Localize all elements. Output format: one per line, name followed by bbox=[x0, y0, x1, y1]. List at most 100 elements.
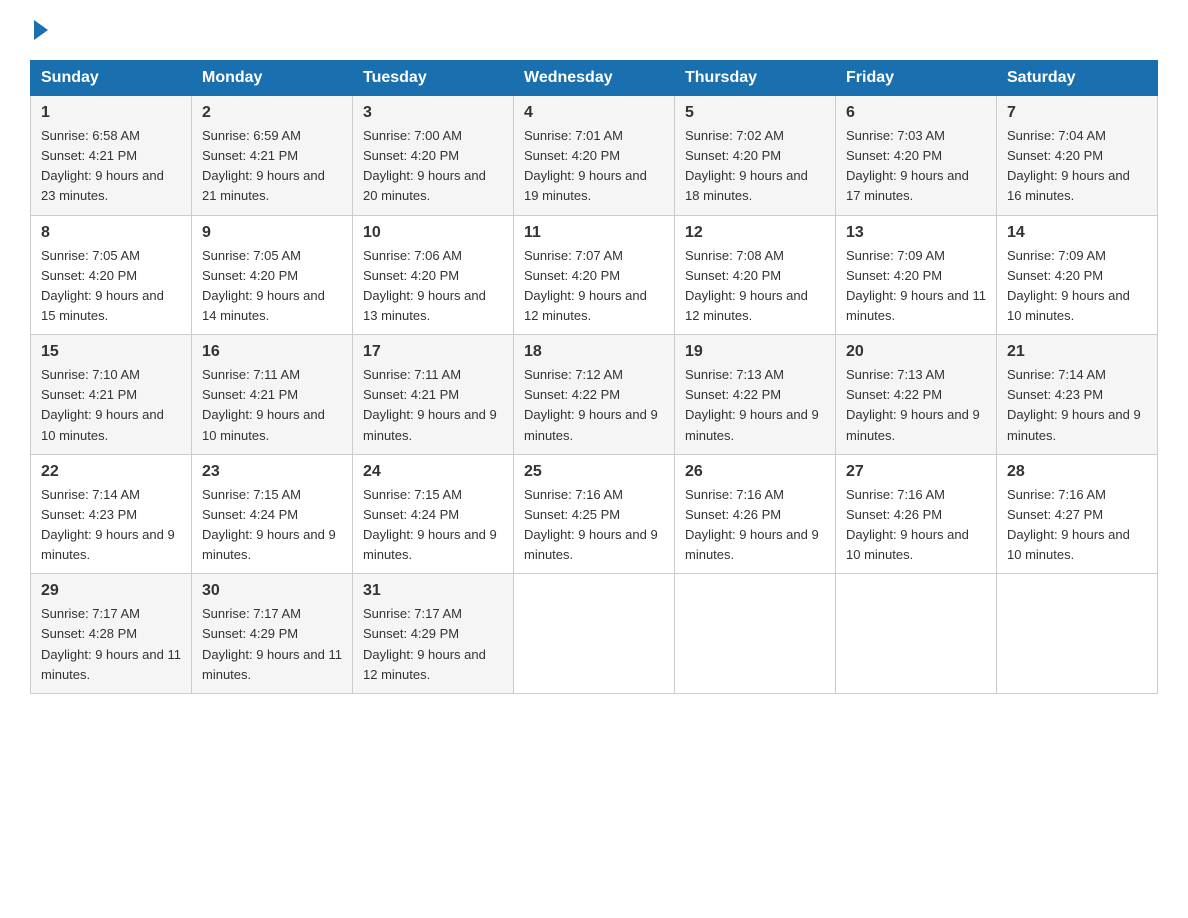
day-number: 25 bbox=[524, 463, 664, 481]
day-info: Sunrise: 7:14 AMSunset: 4:23 PMDaylight:… bbox=[1007, 365, 1147, 446]
day-number: 13 bbox=[846, 224, 986, 242]
day-cell bbox=[997, 574, 1158, 694]
day-cell: 20 Sunrise: 7:13 AMSunset: 4:22 PMDayligh… bbox=[836, 335, 997, 455]
week-row-4: 22 Sunrise: 7:14 AMSunset: 4:23 PMDayligh… bbox=[31, 454, 1158, 574]
day-cell: 6 Sunrise: 7:03 AMSunset: 4:20 PMDaylight… bbox=[836, 96, 997, 216]
day-info: Sunrise: 7:14 AMSunset: 4:23 PMDaylight:… bbox=[41, 485, 181, 566]
day-cell: 7Sunrise: 7:04 AMSunset: 4:20 PMDaylight… bbox=[997, 96, 1158, 216]
day-number: 29 bbox=[41, 582, 181, 600]
day-number: 31 bbox=[363, 582, 503, 600]
day-number: 27 bbox=[846, 463, 986, 481]
day-cell: 28 Sunrise: 7:16 AMSunset: 4:27 PMDayligh… bbox=[997, 454, 1158, 574]
day-number: 19 bbox=[685, 343, 825, 361]
day-info: Sunrise: 7:01 AMSunset: 4:20 PMDaylight:… bbox=[524, 126, 664, 207]
day-cell: 21 Sunrise: 7:14 AMSunset: 4:23 PMDayligh… bbox=[997, 335, 1158, 455]
calendar-table: SundayMondayTuesdayWednesdayThursdayFrid… bbox=[30, 60, 1158, 694]
day-number: 3 bbox=[363, 104, 503, 122]
day-cell: 18 Sunrise: 7:12 AMSunset: 4:22 PMDayligh… bbox=[514, 335, 675, 455]
day-info: Sunrise: 7:16 AMSunset: 4:26 PMDaylight:… bbox=[846, 485, 986, 566]
day-number: 18 bbox=[524, 343, 664, 361]
day-cell: 3 Sunrise: 7:00 AMSunset: 4:20 PMDaylight… bbox=[353, 96, 514, 216]
day-info: Sunrise: 6:59 AMSunset: 4:21 PMDaylight:… bbox=[202, 126, 342, 207]
day-number: 11 bbox=[524, 224, 664, 242]
day-cell bbox=[514, 574, 675, 694]
day-cell: 30Sunrise: 7:17 AMSunset: 4:29 PMDayligh… bbox=[192, 574, 353, 694]
day-info: Sunrise: 7:02 AMSunset: 4:20 PMDaylight:… bbox=[685, 126, 825, 207]
calendar-body: 1 Sunrise: 6:58 AMSunset: 4:21 PMDaylight… bbox=[31, 96, 1158, 694]
week-row-5: 29 Sunrise: 7:17 AMSunset: 4:28 PMDayligh… bbox=[31, 574, 1158, 694]
day-number: 15 bbox=[41, 343, 181, 361]
header-cell-sunday: Sunday bbox=[31, 61, 192, 96]
day-info: Sunrise: 7:17 AMSunset: 4:29 PMDaylight:… bbox=[202, 604, 342, 685]
day-info: Sunrise: 7:03 AMSunset: 4:20 PMDaylight:… bbox=[846, 126, 986, 207]
day-number: 24 bbox=[363, 463, 503, 481]
day-cell: 22 Sunrise: 7:14 AMSunset: 4:23 PMDayligh… bbox=[31, 454, 192, 574]
day-number: 28 bbox=[1007, 463, 1147, 481]
day-number: 9 bbox=[202, 224, 342, 242]
day-info: Sunrise: 6:58 AMSunset: 4:21 PMDaylight:… bbox=[41, 126, 181, 207]
day-number: 7 bbox=[1007, 104, 1147, 122]
day-info: Sunrise: 7:13 AMSunset: 4:22 PMDaylight:… bbox=[685, 365, 825, 446]
day-cell: 2 Sunrise: 6:59 AMSunset: 4:21 PMDaylight… bbox=[192, 96, 353, 216]
day-number: 4 bbox=[524, 104, 664, 122]
day-info: Sunrise: 7:13 AMSunset: 4:22 PMDaylight:… bbox=[846, 365, 986, 446]
day-cell: 11 Sunrise: 7:07 AMSunset: 4:20 PMDayligh… bbox=[514, 215, 675, 335]
day-cell: 10Sunrise: 7:06 AMSunset: 4:20 PMDayligh… bbox=[353, 215, 514, 335]
day-info: Sunrise: 7:05 AMSunset: 4:20 PMDaylight:… bbox=[202, 246, 342, 327]
logo-triangle-icon bbox=[34, 20, 48, 40]
header-cell-thursday: Thursday bbox=[675, 61, 836, 96]
day-info: Sunrise: 7:09 AMSunset: 4:20 PMDaylight:… bbox=[1007, 246, 1147, 327]
day-cell: 5Sunrise: 7:02 AMSunset: 4:20 PMDaylight… bbox=[675, 96, 836, 216]
day-cell: 12 Sunrise: 7:08 AMSunset: 4:20 PMDayligh… bbox=[675, 215, 836, 335]
day-info: Sunrise: 7:12 AMSunset: 4:22 PMDaylight:… bbox=[524, 365, 664, 446]
day-info: Sunrise: 7:05 AMSunset: 4:20 PMDaylight:… bbox=[41, 246, 181, 327]
day-info: Sunrise: 7:17 AMSunset: 4:29 PMDaylight:… bbox=[363, 604, 503, 685]
day-info: Sunrise: 7:17 AMSunset: 4:28 PMDaylight:… bbox=[41, 604, 181, 685]
day-cell: 29 Sunrise: 7:17 AMSunset: 4:28 PMDayligh… bbox=[31, 574, 192, 694]
logo bbox=[30, 20, 48, 40]
day-number: 17 bbox=[363, 343, 503, 361]
day-info: Sunrise: 7:11 AMSunset: 4:21 PMDaylight:… bbox=[363, 365, 503, 446]
day-cell: 19 Sunrise: 7:13 AMSunset: 4:22 PMDayligh… bbox=[675, 335, 836, 455]
day-cell: 4 Sunrise: 7:01 AMSunset: 4:20 PMDaylight… bbox=[514, 96, 675, 216]
day-cell bbox=[836, 574, 997, 694]
day-cell: 13Sunrise: 7:09 AMSunset: 4:20 PMDayligh… bbox=[836, 215, 997, 335]
day-cell: 23 Sunrise: 7:15 AMSunset: 4:24 PMDayligh… bbox=[192, 454, 353, 574]
day-number: 2 bbox=[202, 104, 342, 122]
day-number: 12 bbox=[685, 224, 825, 242]
day-number: 21 bbox=[1007, 343, 1147, 361]
day-cell: 14 Sunrise: 7:09 AMSunset: 4:20 PMDayligh… bbox=[997, 215, 1158, 335]
week-row-3: 15Sunrise: 7:10 AMSunset: 4:21 PMDayligh… bbox=[31, 335, 1158, 455]
day-cell: 8 Sunrise: 7:05 AMSunset: 4:20 PMDaylight… bbox=[31, 215, 192, 335]
day-info: Sunrise: 7:08 AMSunset: 4:20 PMDaylight:… bbox=[685, 246, 825, 327]
day-cell: 1 Sunrise: 6:58 AMSunset: 4:21 PMDaylight… bbox=[31, 96, 192, 216]
page-header bbox=[30, 20, 1158, 40]
day-cell: 17 Sunrise: 7:11 AMSunset: 4:21 PMDayligh… bbox=[353, 335, 514, 455]
day-info: Sunrise: 7:16 AMSunset: 4:26 PMDaylight:… bbox=[685, 485, 825, 566]
day-cell bbox=[675, 574, 836, 694]
calendar-header: SundayMondayTuesdayWednesdayThursdayFrid… bbox=[31, 61, 1158, 96]
day-info: Sunrise: 7:16 AMSunset: 4:27 PMDaylight:… bbox=[1007, 485, 1147, 566]
day-cell: 24 Sunrise: 7:15 AMSunset: 4:24 PMDayligh… bbox=[353, 454, 514, 574]
header-cell-monday: Monday bbox=[192, 61, 353, 96]
day-number: 1 bbox=[41, 104, 181, 122]
day-info: Sunrise: 7:15 AMSunset: 4:24 PMDaylight:… bbox=[202, 485, 342, 566]
day-cell: 26 Sunrise: 7:16 AMSunset: 4:26 PMDayligh… bbox=[675, 454, 836, 574]
day-number: 10 bbox=[363, 224, 503, 242]
day-cell: 16Sunrise: 7:11 AMSunset: 4:21 PMDayligh… bbox=[192, 335, 353, 455]
day-number: 22 bbox=[41, 463, 181, 481]
header-cell-saturday: Saturday bbox=[997, 61, 1158, 96]
day-cell: 27 Sunrise: 7:16 AMSunset: 4:26 PMDayligh… bbox=[836, 454, 997, 574]
day-cell: 15Sunrise: 7:10 AMSunset: 4:21 PMDayligh… bbox=[31, 335, 192, 455]
day-info: Sunrise: 7:15 AMSunset: 4:24 PMDaylight:… bbox=[363, 485, 503, 566]
week-row-1: 1 Sunrise: 6:58 AMSunset: 4:21 PMDaylight… bbox=[31, 96, 1158, 216]
day-number: 23 bbox=[202, 463, 342, 481]
day-number: 8 bbox=[41, 224, 181, 242]
day-info: Sunrise: 7:07 AMSunset: 4:20 PMDaylight:… bbox=[524, 246, 664, 327]
day-number: 26 bbox=[685, 463, 825, 481]
day-number: 20 bbox=[846, 343, 986, 361]
day-number: 6 bbox=[846, 104, 986, 122]
header-cell-wednesday: Wednesday bbox=[514, 61, 675, 96]
day-info: Sunrise: 7:00 AMSunset: 4:20 PMDaylight:… bbox=[363, 126, 503, 207]
day-number: 14 bbox=[1007, 224, 1147, 242]
